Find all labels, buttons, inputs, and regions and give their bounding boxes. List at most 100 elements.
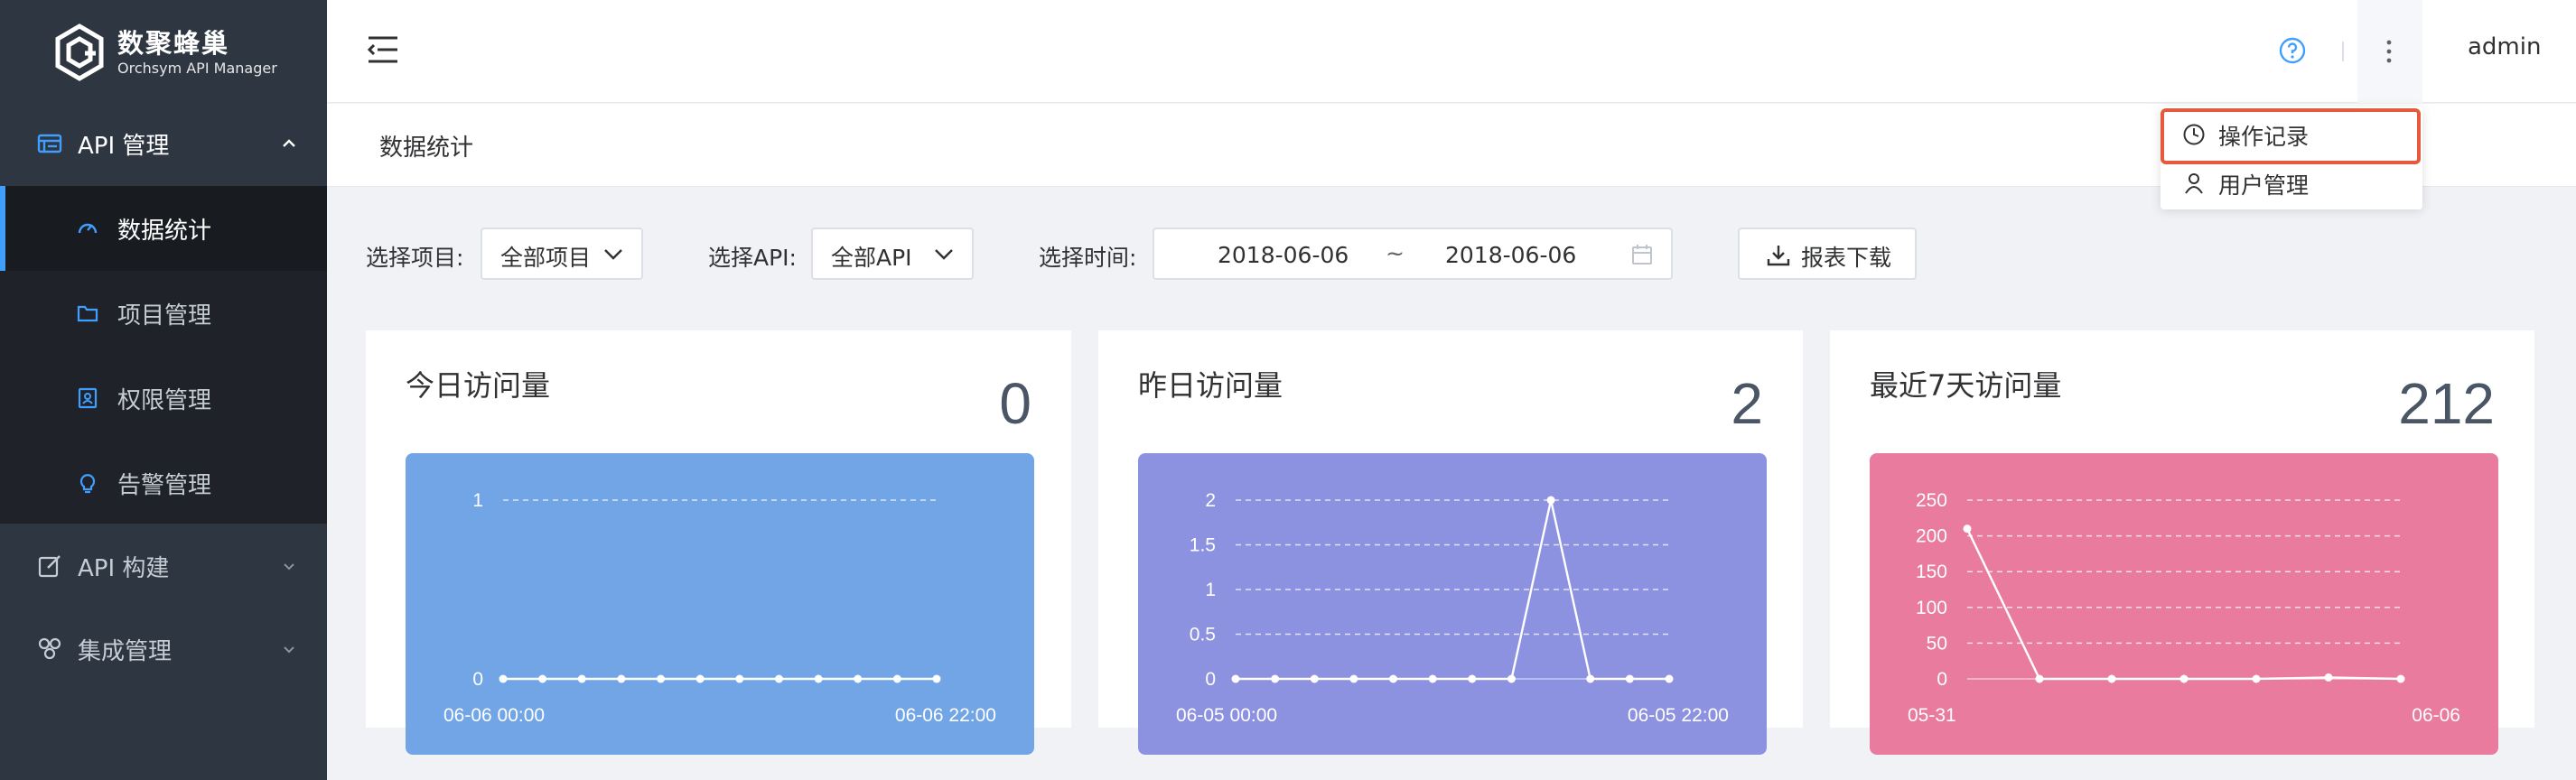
data-point bbox=[735, 674, 744, 683]
dashboard-gauge-icon bbox=[78, 223, 98, 234]
breadcrumb: 数据统计 bbox=[379, 135, 474, 162]
data-point bbox=[2396, 674, 2405, 683]
card-title: 昨日访问量 bbox=[1138, 368, 1283, 403]
yesterday-visits-card: 昨日访问量 2 0 0.5 1 1.5 2 06-05 00:00 06-05 22:00 bbox=[1098, 330, 1803, 755]
help-circle-icon[interactable] bbox=[2278, 36, 2307, 65]
card-title: 最近7天访问量 bbox=[1870, 368, 2062, 403]
date-range-picker[interactable]: 2018-06-06 ~ 2018-06-06 bbox=[1153, 228, 1673, 280]
download-icon bbox=[1767, 246, 1790, 266]
y-tick-label: 1.5 bbox=[1190, 535, 1216, 556]
sidebar-group-label: API 管理 bbox=[78, 132, 170, 160]
data-point bbox=[1428, 674, 1437, 683]
sidebar-item-label: 数据统计 bbox=[117, 217, 212, 245]
download-report-button[interactable]: 报表下载 bbox=[1738, 228, 1917, 280]
range-separator: ~ bbox=[1386, 240, 1405, 266]
header-divider bbox=[2342, 42, 2344, 61]
chart-svg: 0 50 100 150 200 250 05-31 06-06 bbox=[1870, 453, 2498, 755]
sidebar-item-label: 项目管理 bbox=[117, 302, 212, 330]
yesterday-visits-chart: 0 0.5 1 1.5 2 06-05 00:00 06-05 22:00 bbox=[1138, 453, 1767, 755]
chart-svg: 0 0.5 1 1.5 2 06-05 00:00 06-05 22:00 bbox=[1138, 453, 1767, 755]
top-header: admin bbox=[327, 0, 2576, 103]
y-tick-label: 250 bbox=[1916, 490, 1947, 511]
chart-svg: 0 1 06-06 00:00 06-06 22:00 bbox=[406, 453, 1034, 755]
api-filter-label: 选择API: bbox=[708, 245, 797, 271]
user-name[interactable]: admin bbox=[2468, 33, 2541, 60]
y-tick-label: 0.5 bbox=[1190, 625, 1216, 645]
y-tick-label: 2 bbox=[1205, 490, 1216, 511]
start-date[interactable]: 2018-06-06 bbox=[1218, 242, 1349, 268]
project-filter-label: 选择项目: bbox=[366, 245, 464, 271]
last-7-days-visits-card: 最近7天访问量 212 0 50 100 150 200 250 05-31 06-06 bbox=[1830, 330, 2534, 755]
clock-icon bbox=[2183, 124, 2205, 145]
y-tick-label: 50 bbox=[1927, 633, 1947, 654]
y-tick-label: 200 bbox=[1916, 526, 1947, 547]
sidebar-group-api-build[interactable]: API 构建 bbox=[0, 524, 327, 608]
api-select-value: 全部API bbox=[831, 245, 912, 271]
sidebar-group-integration[interactable]: 集成管理 bbox=[0, 607, 327, 692]
y-tick-label: 150 bbox=[1916, 562, 1947, 582]
x-tick-label: 06-06 bbox=[2412, 705, 2460, 726]
dropdown-item-operation-log[interactable]: 操作记录 bbox=[2161, 108, 2422, 159]
sidebar-group-label: 集成管理 bbox=[78, 637, 173, 665]
chevron-down-icon bbox=[284, 646, 294, 654]
dropdown-item-label: 操作记录 bbox=[2218, 124, 2310, 150]
data-point bbox=[695, 674, 705, 683]
card-value: 0 bbox=[999, 371, 1031, 436]
chevron-up-icon bbox=[283, 139, 295, 147]
x-tick-label: 05-31 bbox=[1908, 705, 1956, 726]
lightbulb-icon bbox=[79, 474, 96, 494]
data-point bbox=[854, 674, 863, 683]
logo-hexagon-icon bbox=[55, 23, 104, 81]
sidebar-item-data-stats[interactable]: 数据统计 bbox=[0, 186, 327, 271]
sidebar: 数聚蜂巢 Orchsym API Manager API 管理 数据统计 项目管… bbox=[0, 0, 327, 780]
api-select[interactable]: 全部API bbox=[811, 228, 974, 280]
data-point bbox=[1963, 525, 1972, 534]
y-tick-label: 0 bbox=[1205, 669, 1216, 690]
data-point bbox=[577, 674, 586, 683]
data-point bbox=[2107, 674, 2116, 683]
last-7-days-visits-chart: 0 50 100 150 200 250 05-31 06-06 bbox=[1870, 453, 2498, 755]
more-menu-button[interactable] bbox=[2357, 0, 2422, 103]
y-tick-label: 100 bbox=[1916, 598, 1947, 618]
sidebar-item-permissions[interactable]: 权限管理 bbox=[0, 356, 327, 441]
download-report-label: 报表下载 bbox=[1801, 245, 1892, 271]
data-point bbox=[774, 674, 783, 683]
data-point bbox=[1665, 674, 1674, 683]
y-tick-label: 1 bbox=[472, 490, 483, 511]
card-title: 今日访问量 bbox=[406, 368, 551, 403]
chevron-down-icon bbox=[935, 249, 953, 260]
data-point bbox=[1349, 674, 1358, 683]
x-tick-label: 06-05 00:00 bbox=[1176, 705, 1277, 726]
app-logo[interactable]: 数聚蜂巢 Orchsym API Manager bbox=[0, 0, 327, 105]
data-point bbox=[2179, 674, 2189, 683]
project-select[interactable]: 全部项目 bbox=[481, 228, 643, 280]
data-point bbox=[657, 674, 666, 683]
dropdown-item-user-management[interactable]: 用户管理 bbox=[2161, 157, 2422, 208]
more-dropdown-menu: 操作记录 用户管理 bbox=[2161, 107, 2422, 209]
data-point bbox=[1507, 674, 1516, 683]
card-value: 212 bbox=[2398, 371, 2495, 436]
data-point bbox=[617, 674, 626, 683]
sidebar-item-projects[interactable]: 项目管理 bbox=[0, 271, 327, 356]
data-point bbox=[1625, 674, 1634, 683]
chevron-down-icon bbox=[284, 563, 294, 571]
calendar-icon bbox=[1632, 245, 1652, 265]
card-value: 2 bbox=[1731, 371, 1763, 436]
end-date[interactable]: 2018-06-06 bbox=[1445, 242, 1576, 268]
data-point bbox=[892, 674, 901, 683]
sidebar-item-alerts[interactable]: 告警管理 bbox=[0, 441, 327, 525]
logo-subtitle: Orchsym API Manager bbox=[117, 60, 277, 77]
data-point bbox=[1231, 674, 1240, 683]
data-point bbox=[2252, 674, 2261, 683]
today-visits-chart: 0 1 06-06 00:00 06-06 22:00 bbox=[406, 453, 1034, 755]
time-filter-label: 选择时间: bbox=[1039, 245, 1137, 271]
sidebar-group-api-management[interactable]: API 管理 bbox=[0, 101, 327, 186]
data-point bbox=[1586, 674, 1595, 683]
user-icon bbox=[2185, 173, 2203, 194]
collapse-menu-icon[interactable] bbox=[367, 34, 399, 65]
y-tick-label: 0 bbox=[1937, 669, 1947, 690]
data-point bbox=[2035, 674, 2044, 683]
data-point bbox=[2324, 673, 2333, 682]
data-point bbox=[538, 674, 547, 683]
data-point bbox=[1468, 674, 1477, 683]
